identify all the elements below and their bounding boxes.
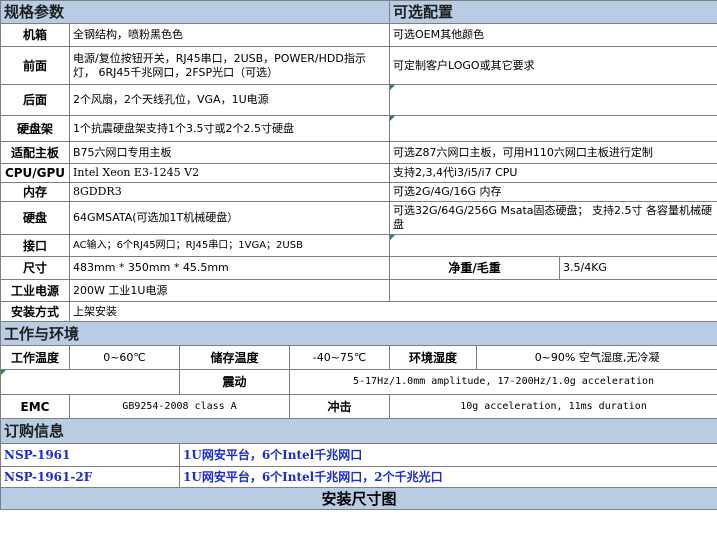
spec-value: 2个风扇，2个天线孔位，VGA，1U电源: [68, 84, 391, 116]
spec-option: [389, 234, 717, 257]
spec-value: 483mm * 350mm * 45.5mm: [68, 256, 391, 280]
spec-option: [389, 84, 717, 116]
order-description: 1U网安平台，6个Intel千兆网口: [178, 443, 717, 467]
spec-option: 可选32G/64G/256G Msata固态硬盘； 支持2.5寸 各容量机械硬盘: [389, 201, 717, 235]
weight-label: 净重/毛重: [389, 256, 561, 280]
work-temp-value: 0~60℃: [69, 345, 180, 370]
shock-label: 冲击: [288, 394, 391, 419]
spec-label: 硬盘: [0, 201, 70, 235]
spec-value: 1个抗震硬盘架支持1个3.5寸或2个2.5寸硬盘: [68, 115, 391, 142]
spec-option: 支持2,3,4代i3/i5/i7 CPU: [389, 163, 717, 183]
spec-option: 可选OEM其他颜色: [389, 23, 717, 47]
spec-label: 后面: [0, 84, 70, 116]
spec-label: 硬盘架: [0, 115, 70, 142]
order-model: NSP-1961-2F: [0, 466, 180, 488]
spec-value: 200W 工业1U电源: [68, 279, 391, 302]
spec-option: [389, 115, 717, 142]
spec-label: 适配主板: [0, 141, 70, 164]
spec-sheet: 规格参数 可选配置 机箱 全钢结构，喷粉黑色色 可选OEM其他颜色 前面 电源/…: [0, 0, 717, 510]
spec-value: B75六网口专用主板: [68, 141, 391, 164]
spec-label: 接口: [0, 234, 70, 257]
order-description: 1U网安平台，6个Intel千兆网口，2个千兆光口: [178, 466, 717, 488]
spec-label: 工业电源: [0, 279, 70, 302]
vibration-value: 5-17Hz/1.0mm amplitude, 17-200Hz/1.0g ac…: [288, 369, 717, 395]
store-temp-value: -40~75℃: [288, 345, 391, 370]
store-temp-label: 储存温度: [179, 345, 290, 370]
spec-value: 8GDDR3: [68, 182, 391, 202]
install-diagram-title: 安装尺寸图: [0, 487, 717, 510]
spec-value: 电源/复位按钮开关，RJ45串口，2USB，POWER/HDD指示灯， 6RJ4…: [68, 46, 391, 85]
weight-value: 3.5/4KG: [559, 256, 717, 280]
spec-label: 前面: [0, 46, 70, 85]
spec-option: 可选2G/4G/16G 内存: [389, 182, 717, 202]
spec-label: 内存: [0, 182, 70, 202]
spec-value: 全钢结构，喷粉黑色色: [68, 23, 391, 47]
vibration-blank-cell: [0, 369, 180, 395]
work-temp-label: 工作温度: [0, 345, 70, 370]
options-section-title: 可选配置: [389, 0, 717, 24]
vibration-label: 震动: [179, 369, 290, 395]
spec-label: 安装方式: [0, 301, 70, 322]
emc-value: GB9254-2008 class A: [69, 394, 290, 419]
spec-value: 64GMSATA(可选加1T机械硬盘）: [68, 201, 391, 235]
humidity-value: 0~90% 空气湿度,无冷凝: [476, 345, 717, 370]
spec-label: 尺寸: [0, 256, 70, 280]
shock-value: 10g acceleration, 11ms duration: [389, 394, 717, 419]
emc-label: EMC: [0, 394, 70, 419]
spec-label: CPU/GPU: [0, 163, 70, 183]
spec-section-title: 规格参数: [0, 0, 391, 24]
env-section-title: 工作与环境: [0, 321, 717, 346]
order-section-title: 订购信息: [0, 418, 717, 444]
spec-label: 机箱: [0, 23, 70, 47]
spec-value: Intel Xeon E3-1245 V2: [68, 163, 391, 183]
spec-value: 上架安装: [68, 301, 717, 322]
spec-option: [389, 279, 717, 302]
spec-value: AC输入；6个RJ45网口；RJ45串口；1VGA；2USB: [68, 234, 391, 257]
spec-option: 可定制客户LOGO或其它要求: [389, 46, 717, 85]
spec-option: 可选Z87六网口主板，可用H110六网口主板进行定制: [389, 141, 717, 164]
humidity-label: 环境湿度: [389, 345, 478, 370]
order-model: NSP-1961: [0, 443, 180, 467]
